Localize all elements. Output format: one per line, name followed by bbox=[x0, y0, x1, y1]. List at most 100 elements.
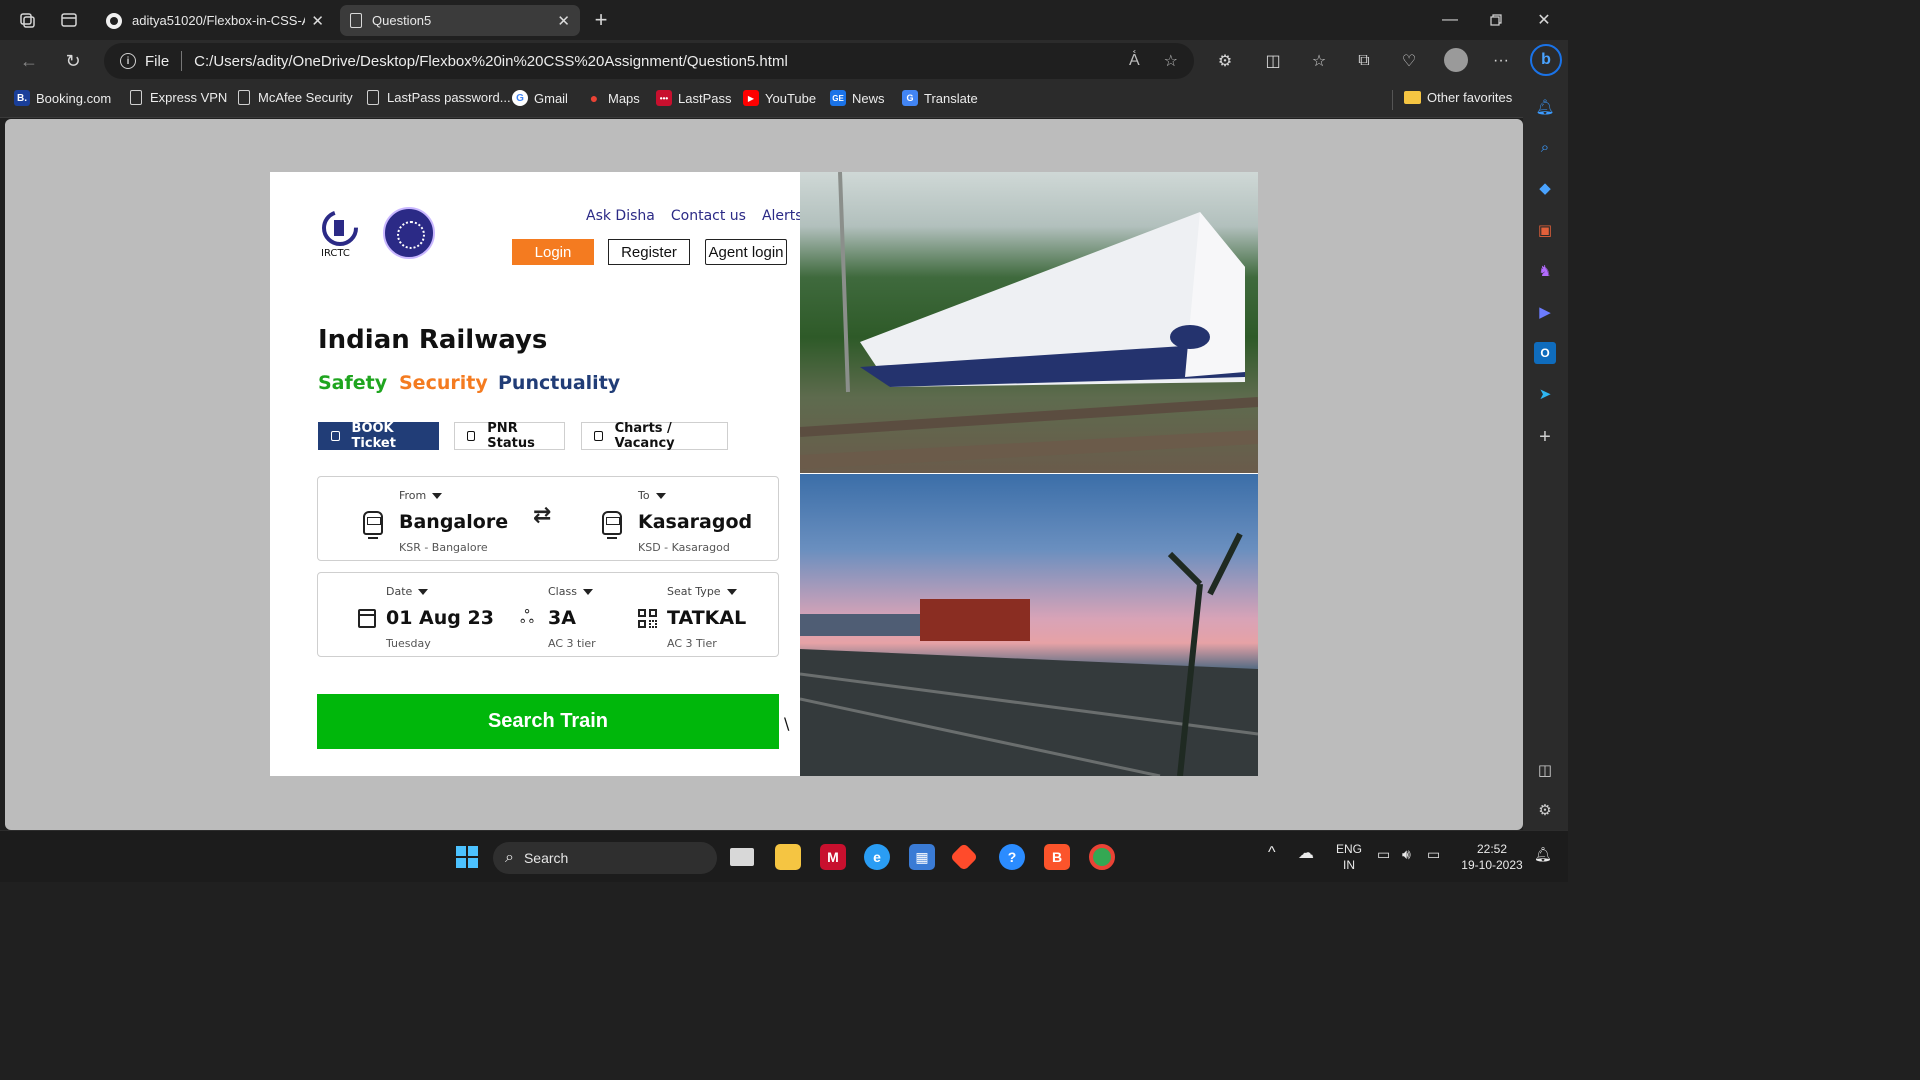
extensions-icon[interactable]: ⚙ bbox=[1214, 50, 1236, 72]
windows-start-icon[interactable] bbox=[454, 844, 480, 870]
class-dropdown[interactable]: Class bbox=[548, 585, 593, 598]
maps-pin-icon: ● bbox=[589, 90, 599, 106]
notification-bell-icon[interactable]: 🔔︎ bbox=[1534, 846, 1552, 862]
network-icon[interactable]: ▭ bbox=[1377, 846, 1390, 862]
contact-us-link[interactable]: Contact us bbox=[671, 208, 746, 224]
copilot-app-icon[interactable]: ▶ bbox=[1534, 301, 1556, 323]
search-icon[interactable]: ⌕ bbox=[1534, 136, 1556, 158]
alerts-link[interactable]: Alerts bbox=[762, 208, 803, 224]
windows-taskbar: ⌕ Search M e ▦ ? B ^ ☁ ENG IN ▭ 🔊︎ ▭ 22:… bbox=[0, 830, 1568, 882]
swap-stations-icon[interactable]: ⇄ bbox=[533, 503, 551, 528]
restore-icon[interactable] bbox=[1486, 10, 1506, 30]
help-app-icon[interactable]: ? bbox=[999, 844, 1025, 870]
clock[interactable]: 22:52 19-10-2023 bbox=[1458, 841, 1526, 873]
search-icon: ⌕ bbox=[505, 849, 514, 866]
page-title: Indian Railways bbox=[318, 325, 548, 355]
favorite-mcafee[interactable]: McAfee Security bbox=[236, 90, 353, 105]
send-icon[interactable]: ➤ bbox=[1534, 383, 1556, 405]
agent-login-button[interactable]: Agent login bbox=[705, 239, 787, 265]
profile-avatar[interactable] bbox=[1444, 48, 1468, 72]
tab-question5[interactable]: Question5 ✕ bbox=[340, 5, 580, 36]
more-menu-icon[interactable]: ··· bbox=[1490, 50, 1512, 72]
register-button[interactable]: Register bbox=[608, 239, 690, 265]
vande-bharat-train-photo bbox=[800, 172, 1258, 473]
shopping-icon[interactable]: ◆ bbox=[1534, 177, 1556, 199]
close-tab-icon[interactable]: ✕ bbox=[557, 12, 570, 30]
tools-icon[interactable]: ▣ bbox=[1534, 219, 1556, 241]
close-tab-icon[interactable]: ✕ bbox=[311, 12, 324, 30]
mcafee-icon[interactable]: M bbox=[820, 844, 846, 870]
url-text[interactable]: C:/Users/adity/OneDrive/Desktop/Flexbox%… bbox=[194, 53, 1105, 70]
tab-actions-icon[interactable] bbox=[58, 10, 80, 30]
favorite-youtube[interactable]: ▶ YouTube bbox=[743, 90, 816, 106]
seat-type-dropdown[interactable]: Seat Type bbox=[667, 585, 737, 598]
file-explorer-icon[interactable] bbox=[775, 844, 801, 870]
to-label: To bbox=[638, 489, 650, 502]
taskbar-search[interactable]: ⌕ Search bbox=[493, 842, 717, 874]
read-aloud-icon[interactable]: A᷾ bbox=[1129, 52, 1140, 70]
minimize-icon[interactable]: — bbox=[1440, 10, 1460, 30]
chrome-icon[interactable] bbox=[1089, 844, 1115, 870]
show-hidden-icons[interactable]: ^ bbox=[1268, 845, 1276, 861]
edge-icon[interactable]: e bbox=[864, 844, 890, 870]
nav-label: BOOK Ticket bbox=[351, 421, 396, 451]
favorite-translate[interactable]: G Translate bbox=[902, 90, 978, 106]
ask-disha-link[interactable]: Ask Disha bbox=[586, 208, 655, 224]
favorite-booking[interactable]: B. Booking.com bbox=[14, 90, 111, 106]
new-tab-icon[interactable]: + bbox=[590, 7, 612, 32]
travel-class[interactable]: 3A bbox=[548, 607, 576, 629]
language-code: ENG bbox=[1336, 842, 1363, 856]
favorite-news[interactable]: GE News bbox=[830, 90, 885, 106]
info-icon[interactable]: i bbox=[120, 53, 136, 69]
from-dropdown[interactable]: From bbox=[399, 489, 443, 502]
address-bar[interactable]: i File C:/Users/adity/OneDrive/Desktop/F… bbox=[104, 43, 1194, 79]
from-station[interactable]: Bangalore bbox=[399, 511, 508, 533]
to-dropdown[interactable]: To bbox=[638, 489, 666, 502]
sidebar-toggle-icon[interactable]: ◫ bbox=[1534, 759, 1556, 781]
add-icon[interactable]: + bbox=[1534, 426, 1556, 448]
chevron-down-icon bbox=[432, 492, 443, 499]
search-train-button[interactable]: Search Train bbox=[317, 694, 779, 749]
workspaces-icon[interactable] bbox=[16, 10, 38, 30]
copilot-icon[interactable]: b bbox=[1530, 44, 1562, 76]
pinned-app-icon[interactable] bbox=[949, 842, 979, 872]
tab-github[interactable]: aditya51020/Flexbox-in-CSS-Ass ✕ bbox=[96, 5, 334, 36]
settings-icon[interactable]: ⚙ bbox=[1534, 799, 1556, 821]
collections-icon[interactable]: ⧉ bbox=[1353, 50, 1375, 72]
tab-title: aditya51020/Flexbox-in-CSS-Ass bbox=[132, 13, 306, 28]
refresh-icon[interactable]: ↻ bbox=[62, 50, 84, 72]
seat-type[interactable]: TATKAL bbox=[667, 607, 746, 629]
favorite-lastpass-password[interactable]: LastPass password... bbox=[365, 90, 511, 105]
qr-grid-icon bbox=[638, 609, 658, 629]
journey-date[interactable]: 01 Aug 23 bbox=[386, 607, 494, 629]
favorites-icon[interactable]: ☆ bbox=[1308, 50, 1330, 72]
favorite-express-vpn[interactable]: Express VPN bbox=[128, 90, 227, 105]
favorite-maps[interactable]: ● Maps bbox=[586, 90, 640, 106]
task-view-icon[interactable] bbox=[730, 848, 754, 866]
login-button[interactable]: Login bbox=[512, 239, 594, 265]
book-ticket-button[interactable]: BOOK Ticket bbox=[318, 421, 439, 451]
onedrive-icon[interactable]: ☁ bbox=[1298, 846, 1314, 862]
favorite-star-icon[interactable]: ☆ bbox=[1164, 51, 1178, 71]
outlook-icon[interactable]: O bbox=[1534, 342, 1556, 364]
close-window-icon[interactable]: ✕ bbox=[1534, 10, 1554, 30]
charts-vacancy-button[interactable]: Charts / Vacancy bbox=[581, 421, 728, 451]
pnr-status-button[interactable]: PNR Status bbox=[454, 421, 565, 451]
to-station[interactable]: Kasaragod bbox=[638, 511, 752, 533]
split-screen-icon[interactable]: ◫ bbox=[1262, 50, 1284, 72]
browser-essentials-icon[interactable]: ♡ bbox=[1398, 50, 1420, 72]
microsoft-store-icon[interactable]: ▦ bbox=[909, 844, 935, 870]
travel-class-desc: AC 3 tier bbox=[548, 637, 596, 650]
favorite-lastpass[interactable]: ••• LastPass bbox=[656, 90, 731, 106]
games-icon[interactable]: ♞ bbox=[1534, 260, 1556, 282]
volume-icon[interactable]: 🔊︎ bbox=[1402, 846, 1411, 862]
train-icon bbox=[602, 511, 622, 539]
back-icon[interactable]: ← bbox=[18, 50, 40, 72]
battery-icon[interactable]: ▭ bbox=[1427, 846, 1440, 862]
date-dropdown[interactable]: Date bbox=[386, 585, 429, 598]
notifications-icon[interactable]: 🔔︎ bbox=[1534, 96, 1556, 118]
favorite-gmail[interactable]: G Gmail bbox=[512, 90, 568, 106]
language-indicator[interactable]: ENG IN bbox=[1336, 841, 1362, 873]
brave-icon[interactable]: B bbox=[1044, 844, 1070, 870]
favorite-other[interactable]: Other favorites bbox=[1404, 90, 1512, 105]
